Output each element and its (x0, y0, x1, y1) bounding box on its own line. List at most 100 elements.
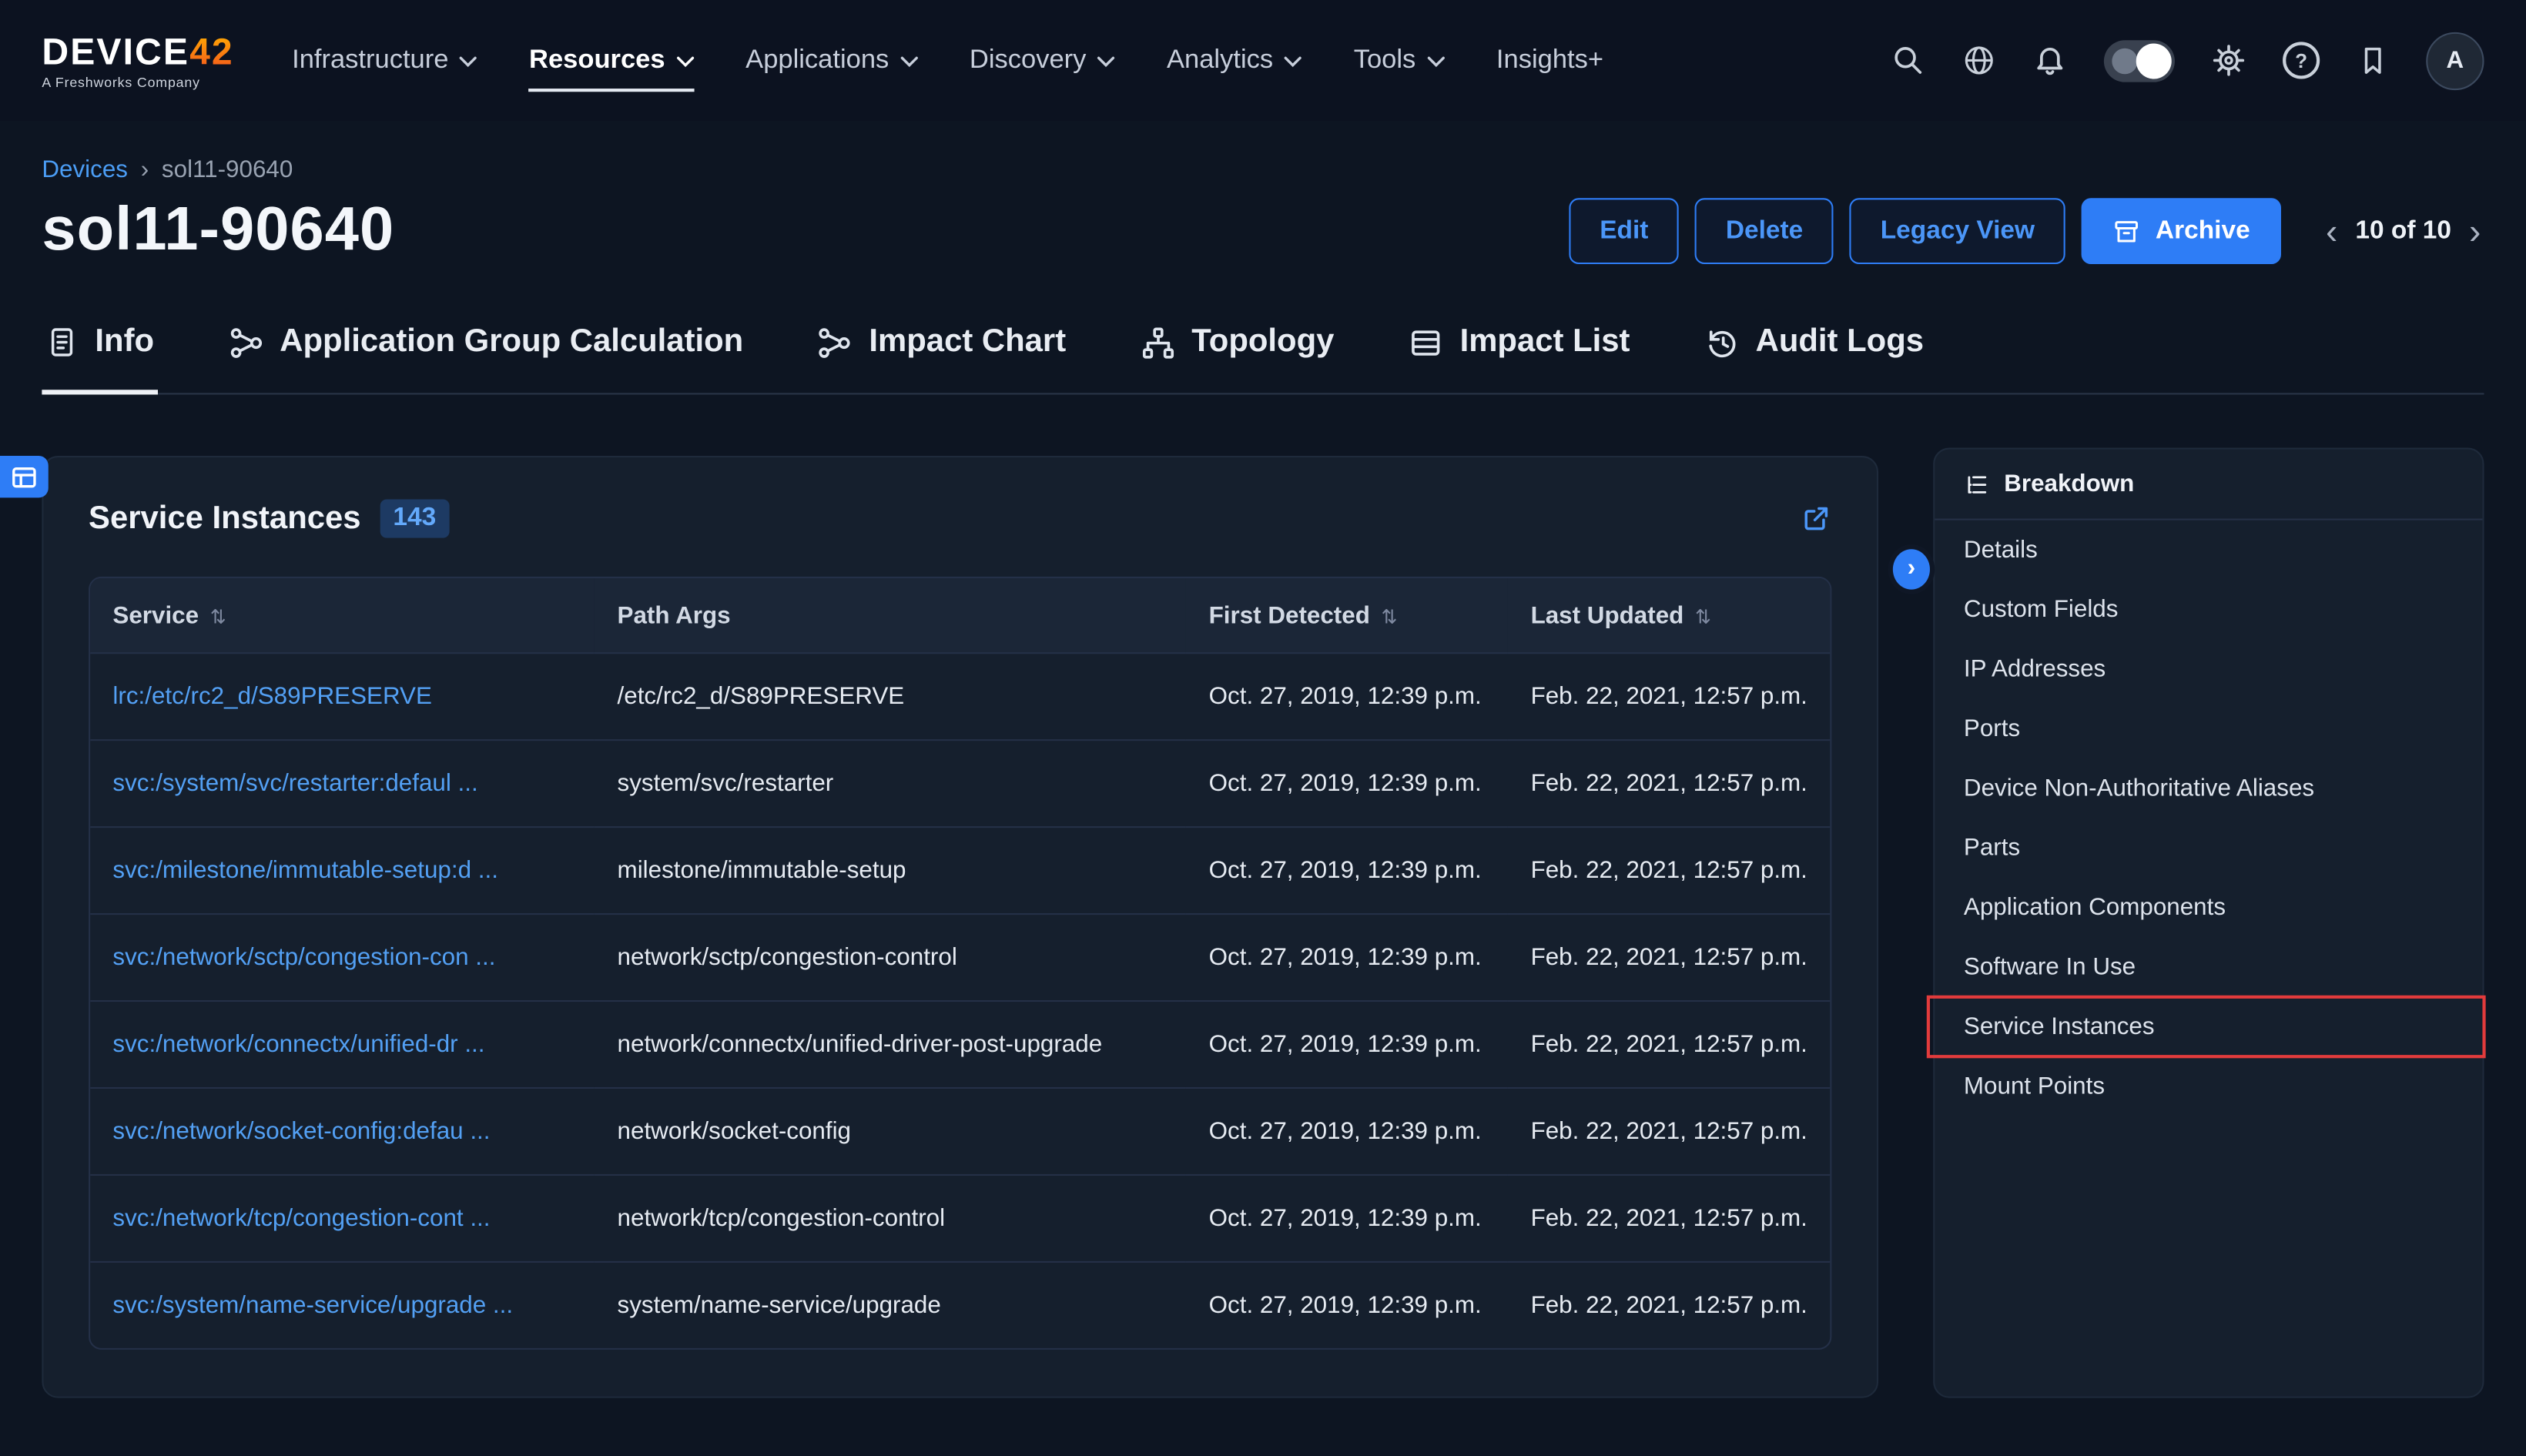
table-grid-icon (12, 464, 37, 488)
chevron-down-icon (1097, 56, 1115, 68)
prev-record-chevron[interactable]: ‹ (2323, 215, 2341, 247)
tree-list-icon (1964, 471, 1989, 497)
tab-bar: Info Application Group Calculation Impac… (42, 323, 2484, 394)
breakdown-panel: Breakdown Details Custom Fields IP Addre… (1933, 448, 2484, 1398)
brand-text: DEVICE42 (42, 32, 233, 70)
table-row: svc:/network/tcp/congestion-cont ... net… (90, 1175, 1830, 1262)
user-avatar[interactable]: A (2426, 32, 2484, 89)
edit-button[interactable]: Edit (1569, 198, 1679, 264)
pager-count: 10 of 10 (2355, 216, 2451, 246)
document-icon (45, 326, 79, 360)
service-instances-table: Service⇅ Path Args First Detected⇅ Last … (89, 577, 1831, 1350)
panel-title: Service Instances (89, 500, 361, 537)
globe-icon[interactable] (1962, 43, 1996, 77)
sidebar-item-ip-addresses[interactable]: IP Addresses (1935, 639, 2482, 698)
gear-icon[interactable] (2212, 43, 2246, 77)
service-link[interactable]: svc:/network/sctp/congestion-con ... (112, 944, 495, 972)
help-icon[interactable] (2283, 42, 2320, 79)
tab-impact-list[interactable]: Impact List (1405, 323, 1633, 393)
nav-utilities: A (1891, 32, 2484, 89)
column-header-path-args: Path Args (595, 578, 1186, 653)
open-in-new-icon[interactable] (1800, 503, 1832, 535)
list-icon (1409, 324, 1444, 360)
breadcrumb: Devices › sol11-90640 (42, 156, 2484, 184)
breadcrumb-separator: › (141, 156, 149, 184)
sidebar-item-service-instances[interactable]: Service Instances (1935, 997, 2482, 1056)
tab-topology[interactable]: Topology (1137, 323, 1337, 393)
content-area: Service Instances 143 Service⇅ Path Args… (0, 394, 2526, 1397)
breakdown-header: Breakdown (1935, 450, 2482, 520)
bell-icon[interactable] (2033, 43, 2067, 77)
sidebar-item-mount-points[interactable]: Mount Points (1935, 1056, 2482, 1116)
chevron-down-icon (1285, 56, 1302, 68)
next-record-chevron[interactable]: › (2466, 215, 2484, 247)
service-instances-panel: Service Instances 143 Service⇅ Path Args… (42, 456, 1878, 1398)
service-link[interactable]: svc:/system/svc/restarter:defaul ... (112, 770, 477, 798)
top-navigation: DEVICE42 A Freshworks Company Infrastruc… (0, 0, 2526, 121)
expand-breakdown-chevron[interactable]: › (1888, 544, 1935, 594)
toggle-knob (2136, 42, 2172, 78)
page-actions: Edit Delete Legacy View Archive ‹ 10 of … (1569, 198, 2484, 264)
delete-button[interactable]: Delete (1695, 198, 1834, 264)
service-link[interactable]: svc:/system/name-service/upgrade ... (112, 1292, 513, 1320)
page-title: sol11-90640 (42, 196, 394, 266)
main-menu: Infrastructure Resources Applications Di… (292, 0, 1603, 121)
search-icon[interactable] (1891, 43, 1925, 77)
moon-icon (2112, 48, 2137, 73)
tab-info[interactable]: Info (42, 323, 157, 393)
nav-item-discovery[interactable]: Discovery (970, 34, 1115, 87)
tab-application-group-calculation[interactable]: Application Group Calculation (225, 323, 746, 393)
nav-item-infrastructure[interactable]: Infrastructure (292, 34, 477, 87)
brand-tagline: A Freshworks Company (42, 73, 233, 89)
sidebar-item-device-non-authoritative-aliases[interactable]: Device Non-Authoritative Aliases (1935, 758, 2482, 818)
archive-button[interactable]: Archive (2082, 198, 2281, 264)
bookmark-icon[interactable] (2357, 43, 2389, 77)
service-link[interactable]: svc:/milestone/immutable-setup:d ... (112, 857, 497, 885)
table-row: lrc:/etc/rc2_d/S89PRESERVE /etc/rc2_d/S8… (90, 653, 1830, 740)
sidebar-item-parts[interactable]: Parts (1935, 818, 2482, 878)
side-panel-toggle[interactable] (0, 456, 49, 497)
nav-item-tools[interactable]: Tools (1354, 34, 1445, 87)
sidebar-item-details[interactable]: Details (1935, 520, 2482, 580)
table-row: svc:/network/sctp/congestion-con ... net… (90, 914, 1830, 1001)
sidebar-item-ports[interactable]: Ports (1935, 699, 2482, 758)
table-row: svc:/system/name-service/upgrade ... sys… (90, 1262, 1830, 1348)
share-network-icon (817, 324, 853, 360)
service-link[interactable]: svc:/network/tcp/congestion-cont ... (112, 1205, 490, 1233)
column-header-first-detected[interactable]: First Detected⇅ (1186, 578, 1508, 653)
panel-header: Service Instances 143 (43, 457, 1876, 577)
record-pager: ‹ 10 of 10 › (2323, 215, 2484, 247)
tab-impact-chart[interactable]: Impact Chart (814, 323, 1069, 393)
chevron-down-icon (900, 56, 918, 68)
share-network-icon (228, 324, 263, 360)
breadcrumb-devices-link[interactable]: Devices (42, 156, 128, 184)
column-header-last-updated[interactable]: Last Updated⇅ (1508, 578, 1830, 653)
sort-icon: ⇅ (1382, 604, 1398, 627)
service-link[interactable]: svc:/network/connectx/unified-dr ... (112, 1031, 484, 1059)
service-link[interactable]: lrc:/etc/rc2_d/S89PRESERVE (112, 683, 432, 711)
count-badge: 143 (380, 499, 449, 537)
legacy-view-button[interactable]: Legacy View (1850, 198, 2065, 264)
tab-audit-logs[interactable]: Audit Logs (1700, 323, 1927, 393)
sidebar-item-software-in-use[interactable]: Software In Use (1935, 937, 2482, 996)
sitemap-icon (1140, 324, 1175, 360)
chevron-down-icon (1427, 56, 1445, 68)
sidebar-item-application-components[interactable]: Application Components (1935, 878, 2482, 937)
nav-item-insights[interactable]: Insights+ (1496, 34, 1603, 87)
sidebar-item-custom-fields[interactable]: Custom Fields (1935, 580, 2482, 639)
theme-toggle[interactable] (2104, 39, 2175, 81)
chevron-down-icon (676, 56, 694, 68)
table-header-row: Service⇅ Path Args First Detected⇅ Last … (90, 578, 1830, 653)
history-icon (1704, 324, 1740, 360)
service-link[interactable]: svc:/network/socket-config:defau ... (112, 1118, 490, 1146)
title-bar: sol11-90640 Edit Delete Legacy View Arch… (42, 196, 2484, 266)
breadcrumb-current: sol11-90640 (162, 156, 293, 184)
sort-icon: ⇅ (210, 604, 226, 627)
device42-logo[interactable]: DEVICE42 A Freshworks Company (42, 32, 233, 89)
nav-item-analytics[interactable]: Analytics (1167, 34, 1302, 87)
nav-item-resources[interactable]: Resources (529, 34, 694, 87)
column-header-service[interactable]: Service⇅ (90, 578, 595, 653)
table-row: svc:/system/svc/restarter:defaul ... sys… (90, 740, 1830, 827)
nav-item-applications[interactable]: Applications (745, 34, 918, 87)
table-row: svc:/network/connectx/unified-dr ... net… (90, 1001, 1830, 1088)
